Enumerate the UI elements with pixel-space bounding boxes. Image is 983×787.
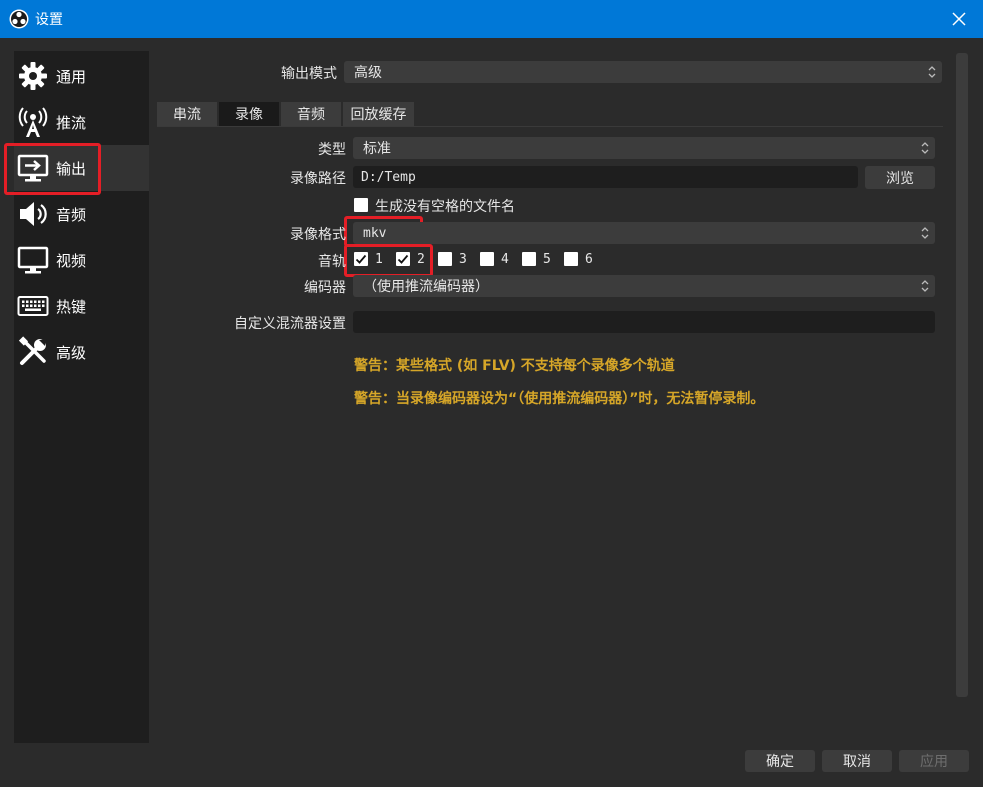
tab-label: 回放缓存 [350, 107, 407, 123]
sidebar-item-audio[interactable]: 音频 [14, 191, 149, 237]
no-space-label: 生成没有空格的文件名 [375, 199, 515, 215]
tab-stream[interactable]: 串流 [157, 102, 217, 126]
path-value: D:/Temp [361, 169, 416, 185]
keyboard-icon [17, 290, 49, 322]
type-select[interactable]: 标准 [353, 137, 935, 159]
spinner-arrows-icon [921, 280, 929, 292]
sidebar-item-general[interactable]: 通用 [14, 53, 149, 99]
sidebar-item-video[interactable]: 视频 [14, 237, 149, 283]
obs-logo-icon [9, 9, 29, 29]
track-1-checkbox[interactable] [354, 252, 368, 266]
encoder-value: （使用推流编码器） [363, 279, 489, 295]
track-2-checkbox[interactable] [396, 252, 410, 266]
tools-icon [17, 336, 49, 368]
track-4-label: 4 [501, 252, 509, 267]
cancel-label: 取消 [843, 754, 871, 770]
muxer-input[interactable] [353, 311, 935, 333]
broadcast-tower-icon [17, 106, 49, 138]
track-5-checkbox[interactable] [522, 252, 536, 266]
spinner-arrows-icon [921, 227, 929, 239]
tab-label: 音频 [297, 107, 325, 123]
sidebar-item-label: 高级 [56, 343, 87, 362]
checkmark-icon [355, 254, 367, 264]
track-3-label: 3 [459, 252, 467, 267]
vertical-scrollbar[interactable] [956, 53, 968, 697]
spinner-arrows-icon [921, 142, 929, 154]
apply-label: 应用 [920, 754, 948, 770]
sidebar-item-label: 热键 [56, 297, 87, 316]
settings-sidebar: 通用 推流 输出 音频 视频 热键 高级 [14, 51, 149, 743]
output-mode-select[interactable]: 高级 [344, 61, 942, 83]
sidebar-item-label: 音频 [56, 205, 87, 224]
tab-label: 串流 [173, 107, 201, 123]
close-icon[interactable] [949, 9, 969, 29]
tab-divider [157, 126, 943, 127]
warning-multi-track: 警告：某些格式 (如 FLV) 不支持每个录像多个轨道 [354, 358, 675, 374]
track-3-checkbox[interactable] [438, 252, 452, 266]
path-label: 录像路径 [290, 171, 346, 187]
output-mode-value: 高级 [354, 65, 382, 81]
warning-pause: 警告：当录像编码器设为“（使用推流编码器）”时，无法暂停录制。 [354, 391, 765, 407]
track-1-label: 1 [375, 252, 383, 267]
format-value: mkv [363, 225, 387, 241]
speaker-icon [17, 198, 49, 230]
path-input[interactable]: D:/Temp [353, 166, 858, 188]
monitor-icon [17, 244, 49, 276]
encoder-label: 编码器 [304, 280, 346, 296]
type-label: 类型 [318, 142, 346, 158]
gear-icon [17, 60, 49, 92]
sidebar-item-label: 推流 [56, 113, 87, 132]
sidebar-item-label: 视频 [56, 251, 87, 270]
track-6-checkbox[interactable] [564, 252, 578, 266]
no-space-checkbox[interactable] [354, 198, 368, 212]
tab-recording[interactable]: 录像 [219, 102, 279, 126]
checkmark-icon [397, 254, 409, 264]
sidebar-item-label: 输出 [56, 159, 87, 178]
output-mode-label: 输出模式 [281, 66, 337, 82]
track-6-label: 6 [585, 252, 593, 267]
track-5-label: 5 [543, 252, 551, 267]
browse-label: 浏览 [886, 170, 914, 187]
sidebar-item-output[interactable]: 输出 [14, 145, 149, 191]
encoder-select[interactable]: （使用推流编码器） [353, 275, 935, 297]
sidebar-item-advanced[interactable]: 高级 [14, 329, 149, 375]
track-2-label: 2 [417, 252, 425, 267]
tab-replay-buffer[interactable]: 回放缓存 [343, 102, 414, 126]
title-bar: 设置 [0, 0, 983, 38]
sidebar-item-stream[interactable]: 推流 [14, 99, 149, 145]
track-4-checkbox[interactable] [480, 252, 494, 266]
muxer-label: 自定义混流器设置 [234, 316, 346, 332]
ok-label: 确定 [766, 754, 794, 770]
ok-button[interactable]: 确定 [745, 750, 815, 772]
format-label: 录像格式 [290, 227, 346, 243]
apply-button[interactable]: 应用 [899, 750, 969, 772]
output-monitor-icon [17, 152, 49, 184]
type-value: 标准 [363, 141, 391, 157]
tracks-label: 音轨 [318, 254, 346, 270]
sidebar-item-label: 通用 [56, 67, 87, 86]
browse-button[interactable]: 浏览 [865, 166, 935, 189]
sidebar-item-hotkeys[interactable]: 热键 [14, 283, 149, 329]
cancel-button[interactable]: 取消 [822, 750, 892, 772]
spinner-arrows-icon [928, 66, 936, 78]
tab-audio[interactable]: 音频 [281, 102, 341, 126]
tab-label: 录像 [235, 107, 263, 123]
window-title: 设置 [35, 12, 63, 28]
format-select[interactable]: mkv [353, 222, 935, 244]
